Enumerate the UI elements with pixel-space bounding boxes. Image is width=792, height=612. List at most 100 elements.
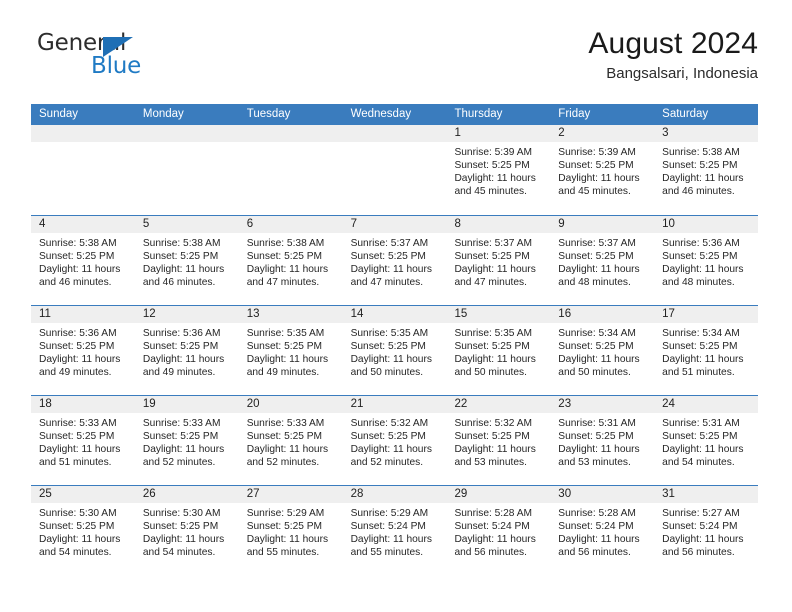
sunset-text: Sunset: 5:25 PM xyxy=(246,431,323,443)
day-details: Sunrise: 5:35 AM Sunset: 5:25 PM Daylight:… xyxy=(446,323,550,379)
sunrise-text: Sunrise: 5:35 AM xyxy=(246,328,325,339)
daylight-text: Daylight: 11 hours and 48 minutes. xyxy=(558,264,640,289)
calendar-day-cell[interactable]: 26 Sunrise: 5:30 AM Sunset: 5:25 PM Dayligh… xyxy=(134,486,239,575)
calendar-day-cell[interactable]: 27 Sunrise: 5:29 AM Sunset: 5:25 PM Dayligh… xyxy=(238,486,343,575)
calendar-week-container: 1 Sunrise: 5:39 AM Sunset: 5:25 PM Daylight… xyxy=(31,125,759,575)
day-number: 16 xyxy=(550,306,655,323)
calendar-day-cell-empty xyxy=(342,125,447,215)
day-details: Sunrise: 5:29 AM Sunset: 5:25 PM Daylight:… xyxy=(239,503,343,559)
sunrise-text: Sunrise: 5:28 AM xyxy=(558,508,636,519)
day-number xyxy=(238,125,343,142)
day-number: 2 xyxy=(550,125,655,142)
day-details: Sunrise: 5:34 AM Sunset: 5:25 PM Daylight:… xyxy=(550,323,654,379)
calendar-day-cell[interactable]: 3 Sunrise: 5:38 AM Sunset: 5:25 PM Daylight… xyxy=(654,125,759,215)
sunset-text: Sunset: 5:25 PM xyxy=(454,160,530,172)
day-details: Sunrise: 5:28 AM Sunset: 5:24 PM Daylight:… xyxy=(446,503,550,559)
calendar-page: General Blue August 2024 Bangsalsari, In… xyxy=(0,0,792,612)
day-number: 19 xyxy=(134,396,239,413)
daylight-text: Daylight: 11 hours and 46 minutes. xyxy=(142,264,225,289)
day-details: Sunrise: 5:39 AM Sunset: 5:25 PM Daylight:… xyxy=(550,142,654,198)
calendar-day-cell[interactable]: 15 Sunrise: 5:35 AM Sunset: 5:25 PM Dayligh… xyxy=(446,306,551,395)
day-details: Sunrise: 5:36 AM Sunset: 5:25 PM Daylight:… xyxy=(654,233,758,289)
calendar-day-cell[interactable]: 23 Sunrise: 5:31 AM Sunset: 5:25 PM Dayligh… xyxy=(550,396,655,485)
brand-logo[interactable]: General Blue xyxy=(31,32,261,94)
day-details: Sunrise: 5:37 AM Sunset: 5:25 PM Daylight:… xyxy=(446,233,550,289)
weekday-header-tuesday: Tuesday xyxy=(246,108,291,120)
daylight-text: Daylight: 11 hours and 47 minutes. xyxy=(454,264,536,289)
day-number: 11 xyxy=(31,306,135,323)
page-subtitle: Bangsalsari, Indonesia xyxy=(606,65,758,83)
sunset-text: Sunset: 5:25 PM xyxy=(142,251,219,263)
calendar-day-cell[interactable]: 6 Sunrise: 5:38 AM Sunset: 5:25 PM Daylight… xyxy=(238,216,343,305)
sunrise-text: Sunrise: 5:29 AM xyxy=(246,508,325,519)
sunset-text: Sunset: 5:25 PM xyxy=(246,341,323,353)
day-details: Sunrise: 5:35 AM Sunset: 5:25 PM Daylight:… xyxy=(343,323,447,379)
calendar-day-cell[interactable]: 19 Sunrise: 5:33 AM Sunset: 5:25 PM Dayligh… xyxy=(134,396,239,485)
calendar-day-cell[interactable]: 12 Sunrise: 5:36 AM Sunset: 5:25 PM Dayligh… xyxy=(134,306,239,395)
sunrise-text: Sunrise: 5:39 AM xyxy=(558,147,636,158)
calendar-day-cell[interactable]: 25 Sunrise: 5:30 AM Sunset: 5:25 PM Dayligh… xyxy=(31,486,135,575)
daylight-text: Daylight: 11 hours and 47 minutes. xyxy=(246,264,329,289)
calendar-day-cell[interactable]: 5 Sunrise: 5:38 AM Sunset: 5:25 PM Daylight… xyxy=(134,216,239,305)
calendar-week-row: 18 Sunrise: 5:33 AM Sunset: 5:25 PM Dayligh… xyxy=(31,395,759,485)
calendar-day-cell[interactable]: 31 Sunrise: 5:27 AM Sunset: 5:24 PM Dayligh… xyxy=(654,486,759,575)
weekday-header-friday: Friday xyxy=(558,108,591,120)
calendar-day-cell[interactable]: 18 Sunrise: 5:33 AM Sunset: 5:25 PM Dayligh… xyxy=(31,396,135,485)
sunrise-text: Sunrise: 5:28 AM xyxy=(454,508,533,519)
sunset-text: Sunset: 5:25 PM xyxy=(558,341,634,353)
calendar-day-cell[interactable]: 20 Sunrise: 5:33 AM Sunset: 5:25 PM Dayligh… xyxy=(238,396,343,485)
day-number: 6 xyxy=(238,216,343,233)
calendar-day-cell[interactable]: 30 Sunrise: 5:28 AM Sunset: 5:24 PM Dayligh… xyxy=(550,486,655,575)
calendar-day-cell[interactable]: 14 Sunrise: 5:35 AM Sunset: 5:25 PM Dayligh… xyxy=(342,306,447,395)
day-number: 10 xyxy=(654,216,759,233)
brand-name-blue: Blue xyxy=(91,53,142,79)
sunset-text: Sunset: 5:25 PM xyxy=(454,341,530,353)
calendar-day-cell[interactable]: 9 Sunrise: 5:37 AM Sunset: 5:25 PM Daylight… xyxy=(550,216,655,305)
calendar-day-cell[interactable]: 28 Sunrise: 5:29 AM Sunset: 5:24 PM Dayligh… xyxy=(342,486,447,575)
calendar-day-cell[interactable]: 29 Sunrise: 5:28 AM Sunset: 5:24 PM Dayligh… xyxy=(446,486,551,575)
calendar-day-cell[interactable]: 10 Sunrise: 5:36 AM Sunset: 5:25 PM Dayligh… xyxy=(654,216,759,305)
sunrise-text: Sunrise: 5:30 AM xyxy=(142,508,221,519)
daylight-text: Daylight: 11 hours and 46 minutes. xyxy=(662,173,744,198)
calendar-day-cell[interactable]: 4 Sunrise: 5:38 AM Sunset: 5:25 PM Daylight… xyxy=(31,216,135,305)
day-number: 8 xyxy=(446,216,551,233)
day-number: 7 xyxy=(342,216,447,233)
day-number: 4 xyxy=(31,216,135,233)
calendar-day-cell[interactable]: 11 Sunrise: 5:36 AM Sunset: 5:25 PM Dayligh… xyxy=(31,306,135,395)
calendar-day-cell[interactable]: 1 Sunrise: 5:39 AM Sunset: 5:25 PM Daylight… xyxy=(446,125,551,215)
calendar-day-cell[interactable]: 24 Sunrise: 5:31 AM Sunset: 5:25 PM Dayligh… xyxy=(654,396,759,485)
calendar-day-cell[interactable]: 22 Sunrise: 5:32 AM Sunset: 5:25 PM Dayligh… xyxy=(446,396,551,485)
day-number xyxy=(342,125,447,142)
day-details: Sunrise: 5:36 AM Sunset: 5:25 PM Daylight:… xyxy=(135,323,239,379)
day-details: Sunrise: 5:30 AM Sunset: 5:25 PM Daylight:… xyxy=(135,503,239,559)
calendar-week-row: 11 Sunrise: 5:36 AM Sunset: 5:25 PM Dayligh… xyxy=(31,305,759,395)
calendar-day-cell[interactable]: 7 Sunrise: 5:37 AM Sunset: 5:25 PM Daylight… xyxy=(342,216,447,305)
calendar-day-cell[interactable]: 16 Sunrise: 5:34 AM Sunset: 5:25 PM Dayligh… xyxy=(550,306,655,395)
day-number: 31 xyxy=(654,486,759,503)
day-details: Sunrise: 5:33 AM Sunset: 5:25 PM Daylight:… xyxy=(239,413,343,469)
day-details: Sunrise: 5:35 AM Sunset: 5:25 PM Daylight:… xyxy=(239,323,343,379)
sunrise-text: Sunrise: 5:38 AM xyxy=(246,238,325,249)
day-details: Sunrise: 5:29 AM Sunset: 5:24 PM Daylight:… xyxy=(343,503,447,559)
calendar-day-cell[interactable]: 2 Sunrise: 5:39 AM Sunset: 5:25 PM Daylight… xyxy=(550,125,655,215)
sunrise-text: Sunrise: 5:37 AM xyxy=(350,238,429,249)
weekday-header-thursday: Thursday xyxy=(454,108,503,120)
calendar-day-cell-empty xyxy=(31,125,135,215)
day-details: Sunrise: 5:38 AM Sunset: 5:25 PM Daylight:… xyxy=(31,233,135,289)
page-title: August 2024 xyxy=(588,27,758,60)
weekday-header-row: Sunday Monday Tuesday Wednesday Thursday Frid… xyxy=(31,104,758,125)
sunset-text: Sunset: 5:25 PM xyxy=(39,341,115,353)
sunrise-text: Sunrise: 5:34 AM xyxy=(662,328,740,339)
calendar-day-cell[interactable]: 21 Sunrise: 5:32 AM Sunset: 5:25 PM Dayligh… xyxy=(342,396,447,485)
day-details: Sunrise: 5:27 AM Sunset: 5:24 PM Daylight:… xyxy=(654,503,758,559)
calendar-day-cell[interactable]: 13 Sunrise: 5:35 AM Sunset: 5:25 PM Dayligh… xyxy=(238,306,343,395)
sunset-text: Sunset: 5:25 PM xyxy=(246,251,323,263)
calendar-day-cell[interactable]: 8 Sunrise: 5:37 AM Sunset: 5:25 PM Daylight… xyxy=(446,216,551,305)
day-number: 27 xyxy=(238,486,343,503)
sunrise-text: Sunrise: 5:38 AM xyxy=(39,238,117,249)
sunset-text: Sunset: 5:24 PM xyxy=(454,521,530,533)
sunset-text: Sunset: 5:25 PM xyxy=(662,341,738,353)
calendar-day-cell[interactable]: 17 Sunrise: 5:34 AM Sunset: 5:25 PM Dayligh… xyxy=(654,306,759,395)
sunrise-text: Sunrise: 5:31 AM xyxy=(662,418,740,429)
sunset-text: Sunset: 5:24 PM xyxy=(558,521,634,533)
